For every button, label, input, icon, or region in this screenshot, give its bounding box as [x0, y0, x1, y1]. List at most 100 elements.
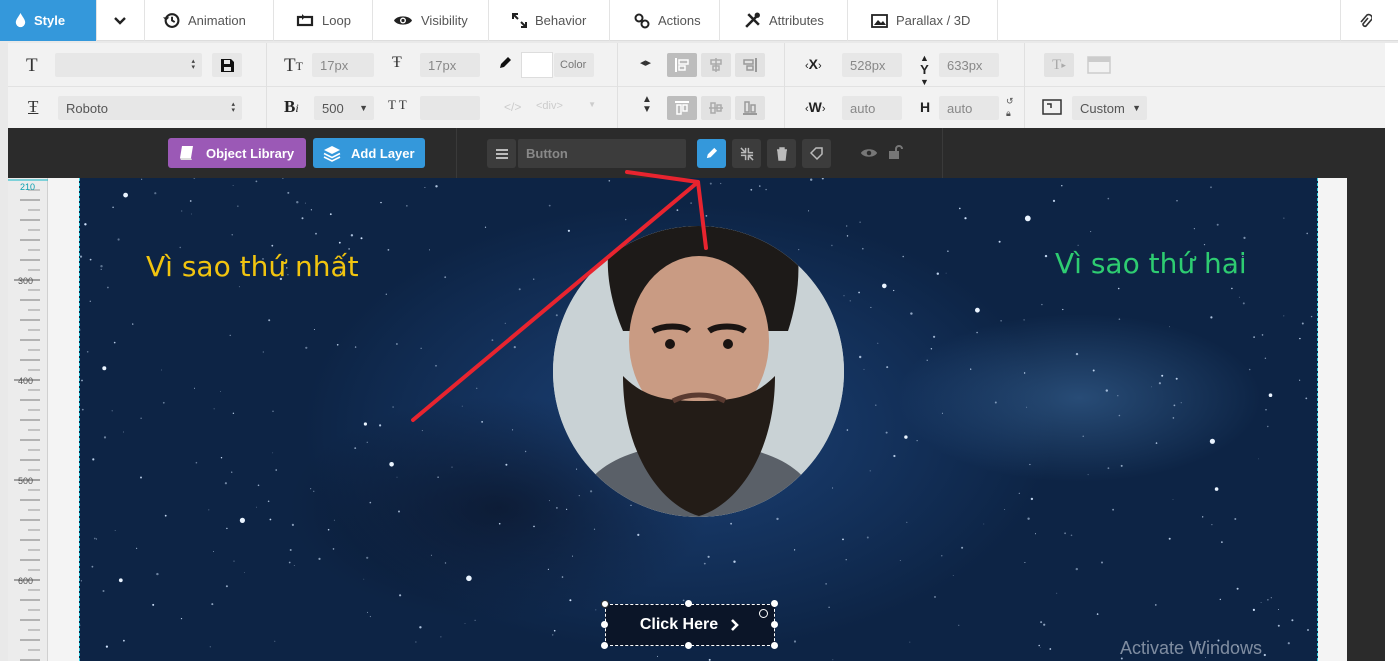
text-layer-left[interactable]: Vì sao thứ nhất	[146, 250, 359, 283]
color-swatch[interactable]	[521, 52, 553, 78]
image-icon	[871, 13, 888, 28]
chevron-right-icon	[731, 619, 739, 631]
layers-icon	[323, 145, 341, 162]
h-label-text: H	[920, 99, 931, 115]
tab-parallax[interactable]: Parallax / 3D	[848, 0, 998, 41]
tools-icon	[745, 12, 760, 28]
paperclip-icon	[1360, 13, 1372, 27]
text-transform-button[interactable]: T ▸	[1044, 53, 1074, 77]
color-field[interactable]: Color	[554, 53, 594, 77]
add-layer-button[interactable]: Add Layer	[313, 138, 425, 168]
align-top-button[interactable]	[667, 96, 697, 120]
compress-icon	[739, 146, 754, 161]
style-toolbar-row-1: T TT 17px Ŧ 17px Color ◂▸ ‹X› 528px ▲Y▼ …	[8, 43, 1385, 87]
h-label: H	[920, 99, 930, 115]
horizontal-align-icon: ◂▸	[640, 57, 652, 69]
vertical-align-icon: ▲ ▼	[642, 94, 652, 115]
divider	[456, 128, 457, 178]
font-family-select[interactable]: Roboto	[58, 96, 242, 120]
tab-more-button[interactable]	[97, 0, 145, 41]
line-height-input[interactable]: 17px	[420, 53, 480, 77]
resize-handle[interactable]	[601, 600, 609, 608]
ruler-current-mark: 210	[20, 182, 36, 192]
eye-icon[interactable]	[860, 147, 878, 162]
tab-loop[interactable]: Loop	[274, 0, 373, 41]
save-preset-button[interactable]	[212, 53, 242, 77]
resize-mode-select[interactable]: Custom ▼	[1072, 96, 1147, 120]
w-label: ‹W›	[805, 99, 826, 115]
style-toolbar-row-2: Ŧ Roboto Bi 500▼ T T </> <div>▼ ▲▼ ‹W› a…	[8, 87, 1385, 128]
y-position-value: 633px	[947, 57, 983, 73]
font-size-value: 17px	[320, 57, 349, 73]
y-position-input[interactable]: 633px	[939, 53, 999, 77]
height-input[interactable]: auto	[939, 96, 999, 120]
resize-handle[interactable]	[601, 621, 608, 628]
rotate-handle[interactable]	[759, 609, 768, 618]
window-icon	[1087, 56, 1111, 74]
width-input[interactable]: auto	[842, 96, 902, 120]
divider	[617, 87, 618, 128]
tab-actions[interactable]: Actions	[610, 0, 720, 41]
layer-menu-button[interactable]	[487, 139, 516, 168]
height-value: auto	[947, 100, 973, 116]
chevron-down-icon	[114, 16, 126, 25]
align-bottom-button[interactable]	[735, 96, 765, 120]
click-here-button[interactable]: Click Here	[605, 604, 775, 646]
w-label-text: W	[808, 99, 822, 115]
lock-ratio-toggle[interactable]: ↺ 🔒︎	[1006, 95, 1014, 119]
letter-spacing-icon: T T	[388, 97, 407, 112]
text-layer-right[interactable]: Vì sao thứ hai	[1055, 247, 1247, 280]
layer-name-input[interactable]: Button	[518, 139, 686, 168]
edit-layer-button[interactable]	[697, 139, 726, 168]
layout-toggle-button[interactable]	[1084, 53, 1114, 77]
x-label: ‹X›	[805, 56, 822, 72]
font-weight-select[interactable]: 500 ▼	[314, 96, 374, 120]
duplicate-layer-button[interactable]	[732, 139, 761, 168]
pencil-icon	[706, 147, 718, 159]
tab-visibility[interactable]: Visibility	[373, 0, 489, 41]
resize-handle[interactable]	[601, 642, 608, 649]
letter-spacing-input[interactable]	[420, 96, 480, 120]
tab-loop-label: Loop	[322, 13, 351, 28]
add-layer-label: Add Layer	[351, 145, 415, 161]
align-left-icon	[675, 58, 689, 72]
align-left-button[interactable]	[667, 53, 697, 77]
resize-handle[interactable]	[771, 642, 778, 649]
vertical-ruler: 210 300 400 500 600	[8, 178, 48, 661]
unlock-icon[interactable]	[888, 145, 904, 162]
tab-animation-label: Animation	[188, 13, 246, 28]
layer-style-button[interactable]	[802, 139, 831, 168]
resize-handle[interactable]	[685, 642, 692, 649]
portrait-image[interactable]	[553, 226, 844, 517]
x-position-input[interactable]: 528px	[842, 53, 902, 77]
eye-icon	[394, 16, 412, 25]
font-weight-icon: Bi	[284, 97, 299, 116]
align-bottom-icon	[743, 101, 757, 115]
tab-animation[interactable]: Animation	[145, 0, 274, 41]
align-middle-button[interactable]	[701, 96, 731, 120]
divider	[266, 87, 267, 128]
resize-handle[interactable]	[771, 600, 778, 607]
ruler-mark: 600	[18, 576, 34, 586]
tab-style[interactable]: Style	[0, 0, 97, 41]
font-size-icon: TT	[284, 55, 303, 76]
ruler-mark: 300	[18, 276, 34, 286]
x-position-value: 528px	[850, 57, 886, 73]
tab-behavior[interactable]: Behavior	[489, 0, 610, 41]
tab-attributes[interactable]: Attributes	[720, 0, 848, 41]
resize-handle[interactable]	[685, 600, 692, 607]
pin-button[interactable]	[1340, 0, 1398, 41]
font-size-input[interactable]: 17px	[312, 53, 374, 77]
delete-layer-button[interactable]	[767, 139, 796, 168]
tag-select[interactable]: <div> ▼	[536, 100, 596, 112]
resize-handle[interactable]	[771, 621, 778, 628]
layer-action-bar: Object Library Add Layer Button	[8, 128, 1385, 178]
line-height-value: 17px	[428, 57, 457, 73]
canvas-side-panel	[1347, 178, 1385, 661]
y-label: ▲ Y ▼	[920, 53, 929, 87]
align-center-button[interactable]	[701, 53, 731, 77]
align-right-button[interactable]	[735, 53, 765, 77]
object-library-button[interactable]: Object Library	[168, 138, 306, 168]
divider	[784, 43, 785, 87]
text-preset-select[interactable]	[55, 53, 202, 77]
